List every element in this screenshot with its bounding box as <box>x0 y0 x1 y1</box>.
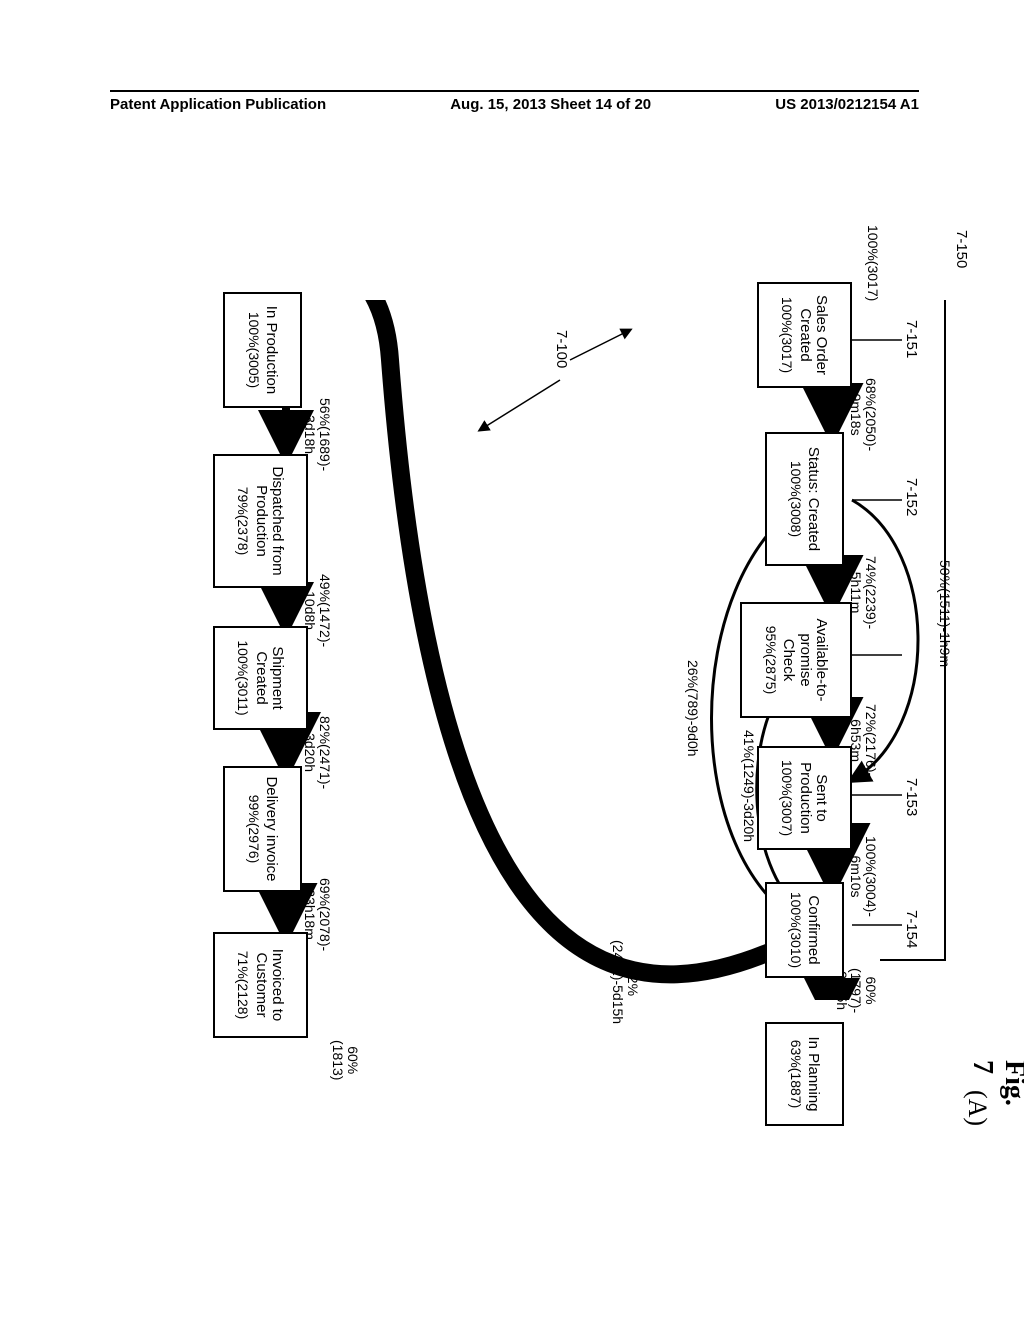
node-delivery-invoice: Delivery invoice 99%(2976) <box>223 766 302 892</box>
edge-sc-sp: 50%(1511)-1h9m <box>937 560 952 667</box>
node-title: Sent to Production <box>797 762 831 834</box>
edge-sc-cf: 26%(789)-9d0h <box>685 660 700 757</box>
node-dispatched: Dispatched from Production 79%(2378) <box>213 454 308 588</box>
edge-atp-cf: 41%(1249)-3d20h <box>741 730 756 842</box>
node-sub: 100%(3007) <box>779 754 794 842</box>
header-center: Aug. 15, 2013 Sheet 14 of 20 <box>450 96 651 113</box>
node-title: Status: Created <box>806 447 823 551</box>
end-label: 60%(1813) <box>331 1040 360 1080</box>
ref-7-100: 7-100 <box>553 330 570 368</box>
node-title: Confirmed <box>806 895 823 964</box>
figure-subtitle: (A) <box>962 1090 992 1126</box>
node-status-created: Status: Created 100%(3008) <box>765 432 844 566</box>
header-right: US 2013/0212154 A1 <box>775 96 919 113</box>
node-title: Shipment Created <box>253 646 287 709</box>
node-sub: 100%(3010) <box>788 890 803 970</box>
edge-atp-sp: 72%(2176)- 6h53m <box>849 704 878 777</box>
node-atp-check: Available-to- promise Check 95%(2875) <box>740 602 852 718</box>
header-left: Patent Application Publication <box>110 96 326 113</box>
node-shipment-created: Shipment Created 100%(3011) <box>213 626 308 730</box>
edge-sp-cf: 100%(3004)- 6m10s <box>849 836 878 917</box>
node-title: In Production <box>264 306 281 394</box>
edge-sc-atp: 74%(2239)- 5h11m <box>849 556 878 629</box>
node-confirmed: Confirmed 100%(3010) <box>765 882 844 978</box>
node-title: Delivery invoice <box>264 776 281 881</box>
node-title: Dispatched from Production <box>253 466 287 575</box>
node-sub: 99%(2976) <box>246 774 261 884</box>
edge-so-sc: 68%(2050)- 9m18s <box>849 378 878 451</box>
node-sub: 63%(1887) <box>788 1030 803 1118</box>
edge-cf-inprod: 82%(2471)-5d15h <box>611 940 640 1024</box>
ref-7-150: 7-150 <box>953 230 970 268</box>
node-sub: 79%(2378) <box>235 462 250 580</box>
ref-7-154: 7-154 <box>903 910 920 948</box>
node-in-production: In Production 100%(3005) <box>223 292 302 408</box>
node-sub: 100%(3008) <box>788 440 803 558</box>
node-sales-order-created: Sales Order Created 100%(3017) <box>757 282 852 388</box>
node-title: Sales Order Created <box>797 295 831 375</box>
page-header: Patent Application Publication Aug. 15, … <box>110 90 919 113</box>
node-sub: 100%(3005) <box>246 300 261 400</box>
node-sub: 100%(3017) <box>779 290 794 380</box>
node-in-planning: In Planning 63%(1887) <box>765 1022 844 1126</box>
node-sub: 100%(3011) <box>235 634 250 722</box>
node-sub: 71%(2128) <box>235 940 250 1030</box>
process-flow-diagram: Fig. 7 (A) 7-150 7-151 7-152 7-153 7-154… <box>40 300 1000 1000</box>
node-title: In Planning <box>806 1036 823 1111</box>
ref-7-152: 7-152 <box>903 478 920 516</box>
start-label: 100%(3017) <box>865 225 880 301</box>
node-sent-to-production: Sent to Production 100%(3007) <box>757 746 852 850</box>
node-title: Invoiced to Customer <box>253 949 287 1022</box>
node-sub: 95%(2875) <box>763 610 778 710</box>
ref-7-151: 7-151 <box>903 320 920 358</box>
ref-7-153: 7-153 <box>903 778 920 816</box>
node-title: Available-to- promise Check <box>781 618 831 701</box>
node-invoiced-to-customer: Invoiced to Customer 71%(2128) <box>213 932 308 1038</box>
